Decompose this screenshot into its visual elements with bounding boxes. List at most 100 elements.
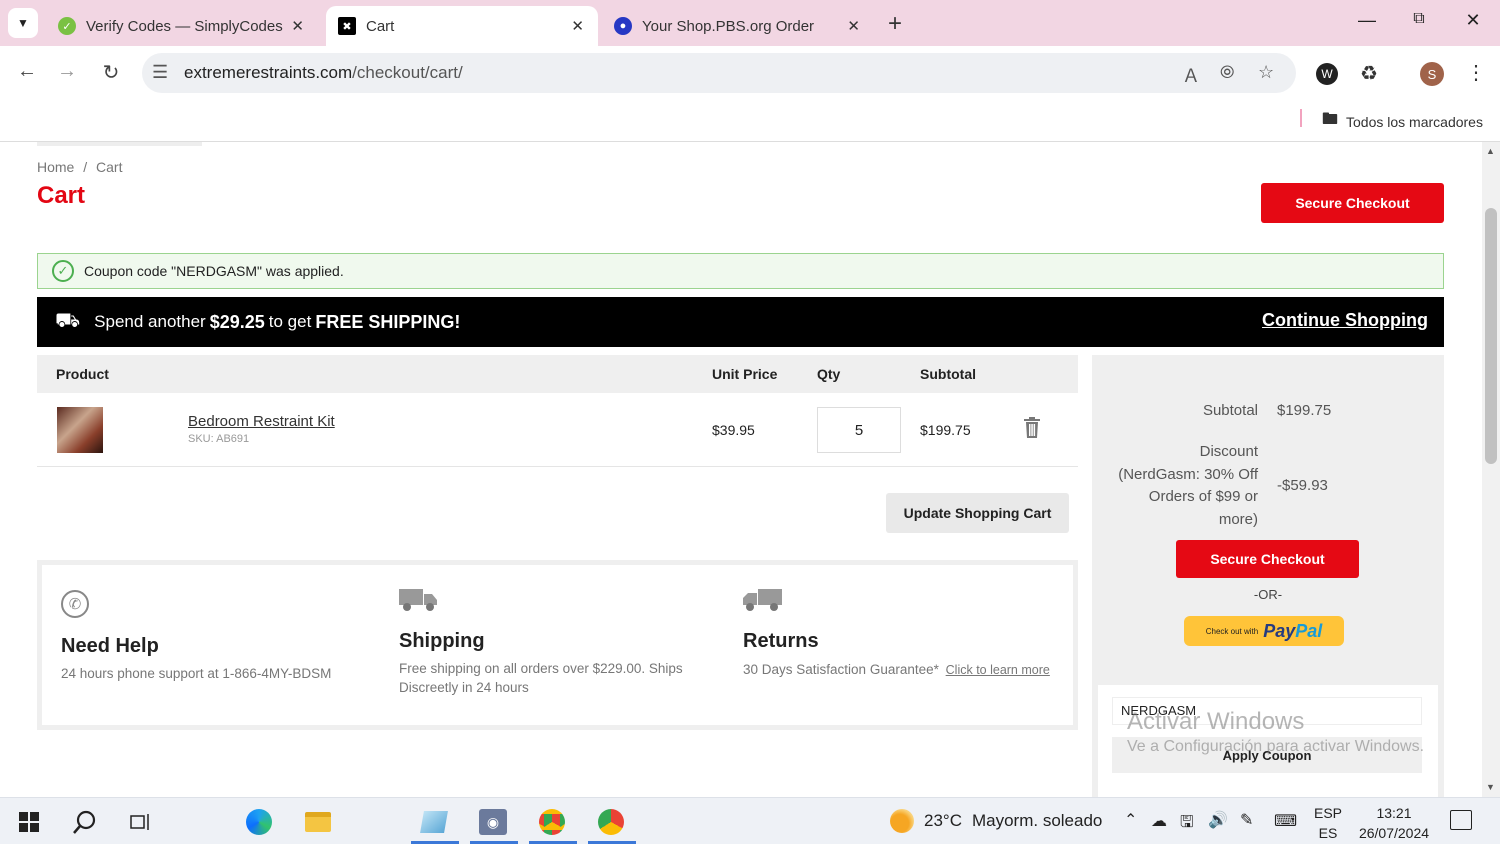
paypal-checkout-button[interactable]: Check out with Pay Pal	[1184, 616, 1344, 646]
tab-simplycodes[interactable]: ✓ Verify Codes — SimplyCodes ✕	[46, 6, 318, 46]
returns-guarantee: 30 Days Satisfaction Guarantee*	[743, 662, 939, 677]
continue-shopping-link[interactable]: Continue Shopping	[1262, 310, 1428, 331]
url-domain: extremerestraints.com	[184, 63, 353, 82]
new-tab-plus-icon[interactable]: +	[888, 10, 902, 38]
onedrive-icon[interactable]: ☁	[1151, 811, 1167, 831]
windows-activation-watermark: Activar Windows Ve a Configuración para …	[1127, 708, 1424, 756]
watermark-subtitle: Ve a Configuración para activar Windows.	[1127, 738, 1425, 755]
file-explorer-icon[interactable]	[303, 807, 333, 837]
quantity-input[interactable]: 5	[817, 407, 901, 453]
task-view-icon[interactable]	[126, 807, 156, 837]
info-section: ✆ Need Help 24 hours phone support at 1-…	[37, 560, 1078, 730]
windows-taskbar: ◉ 23°C Mayorm. soleado ⌃ ☁ 🖫 🔊 ✎ ⌨ ESP E…	[0, 797, 1500, 844]
watermark-title: Activar Windows	[1127, 708, 1305, 735]
all-bookmarks-button[interactable]: 🖿 Todos los marcadores	[1322, 108, 1483, 135]
page-scrollbar[interactable]: ▲ ▼	[1482, 142, 1500, 797]
coupon-applied-notice: ✓ Coupon code "NERDGASM" was applied.	[37, 253, 1444, 289]
translate-icon[interactable]: Ａ	[1182, 62, 1200, 88]
product-name-link[interactable]: Bedroom Restraint Kit	[188, 413, 335, 430]
returns-learn-more-link[interactable]: Click to learn more	[946, 663, 1050, 677]
truck-icon: ⛟	[55, 309, 81, 332]
chrome-profile-s-icon[interactable]	[596, 807, 626, 837]
minimize-icon[interactable]: —	[1352, 10, 1382, 31]
secure-checkout-button[interactable]: Secure Checkout	[1176, 540, 1359, 578]
keyboard-icon[interactable]: ⌨	[1274, 811, 1297, 831]
summary-discount-label: Discount (NerdGasm: 30% Off Orders of $9…	[1102, 441, 1258, 531]
product-thumbnail[interactable]	[57, 407, 103, 453]
chevron-up-icon[interactable]: ⌃	[1124, 810, 1137, 830]
check-circle-icon: ✓	[52, 260, 74, 282]
search-icon[interactable]	[70, 807, 100, 837]
weather-widget[interactable]: 23°C Mayorm. soleado	[890, 809, 1102, 833]
forward-arrow-icon[interactable]: →	[52, 60, 82, 83]
windows-start-icon[interactable]	[14, 807, 44, 837]
coupon-notice-text: Coupon code "NERDGASM" was applied.	[84, 263, 344, 279]
menu-dots-icon[interactable]: ⋮	[1466, 60, 1486, 85]
puzzle-extensions-icon[interactable]: ♻	[1360, 61, 1378, 86]
tab-search-button[interactable]: ▼	[8, 8, 38, 38]
folder-icon: 🖿	[1322, 111, 1339, 128]
pen-icon[interactable]: ✎	[1240, 810, 1253, 830]
address-bar[interactable]: ☰ extremerestraints.com/checkout/cart/ Ａ…	[142, 53, 1296, 93]
update-cart-button[interactable]: Update Shopping Cart	[886, 493, 1069, 533]
header-qty: Qty	[817, 366, 841, 382]
header-subtotal: Subtotal	[920, 366, 976, 382]
reload-icon[interactable]: ↻	[96, 60, 126, 85]
shipping-truck-icon	[399, 586, 439, 612]
returns-truck-icon	[743, 586, 783, 612]
page-viewport: Home / Cart Cart Secure Checkout ✓ Coupo…	[0, 142, 1500, 797]
clock[interactable]: 13:21 26/07/2024	[1354, 803, 1434, 843]
tab-pbs-order[interactable]: ● Your Shop.PBS.org Order ✕	[602, 6, 874, 46]
shipping-middle: to get	[268, 312, 312, 331]
scrollbar-thumb[interactable]	[1485, 208, 1497, 464]
secure-checkout-button-top[interactable]: Secure Checkout	[1261, 183, 1444, 223]
avatar[interactable]: S	[1420, 62, 1444, 86]
chevron-down-icon: ▼	[17, 16, 29, 30]
scroll-up-arrow-icon[interactable]: ▲	[1486, 146, 1495, 156]
page-title: Cart	[37, 182, 86, 209]
browser-tab-bar: ▼ ✓ Verify Codes — SimplyCodes ✕ ✖ Cart …	[0, 0, 1500, 46]
free-shipping-banner: ⛟ Spend another $29.25 to get FREE SHIPP…	[37, 297, 1444, 347]
summary-discount-value: -$59.93	[1277, 477, 1328, 494]
header-underline	[37, 142, 202, 146]
header-product: Product	[56, 366, 109, 382]
tab-label: Your Shop.PBS.org Order	[642, 17, 815, 35]
close-window-icon[interactable]: ✕	[1458, 10, 1488, 31]
close-tab-icon[interactable]: ✕	[847, 17, 860, 35]
or-divider: -OR-	[1253, 587, 1283, 602]
product-sku: SKU: AB691	[188, 433, 250, 445]
eye-off-icon[interactable]: ⦾	[1220, 62, 1234, 83]
trash-icon[interactable]	[1023, 417, 1041, 439]
scroll-down-arrow-icon[interactable]: ▼	[1486, 782, 1495, 792]
notifications-icon[interactable]	[1450, 810, 1472, 830]
breadcrumb-separator: /	[83, 159, 88, 175]
browser-toolbar: ← → ↻ ☰ extremerestraints.com/checkout/c…	[0, 46, 1500, 102]
notes-app-icon[interactable]	[419, 807, 449, 837]
keyboard-layout: ES	[1318, 825, 1338, 841]
back-arrow-icon[interactable]: ←	[12, 60, 42, 83]
clock-time: 13:21	[1376, 805, 1412, 821]
chrome-profile-j-icon[interactable]	[537, 807, 567, 837]
extension-icon[interactable]: W	[1316, 63, 1338, 85]
sun-cloud-icon	[890, 809, 914, 833]
extremerestraints-favicon-icon: ✖	[338, 17, 356, 35]
breadcrumb-home[interactable]: Home	[37, 159, 74, 175]
table-header: Product Unit Price Qty Subtotal	[37, 355, 1078, 393]
site-settings-icon[interactable]: ☰	[152, 62, 168, 83]
discount-line: (NerdGasm: 30% Off	[1118, 465, 1258, 483]
close-tab-icon[interactable]: ✕	[291, 17, 304, 35]
language-indicator[interactable]: ESP ES	[1314, 803, 1342, 843]
unit-price: $39.95	[712, 422, 755, 438]
restore-icon[interactable]: ⧉	[1404, 10, 1434, 28]
url-text: extremerestraints.com/checkout/cart/	[184, 63, 463, 83]
edge-browser-icon[interactable]	[244, 807, 274, 837]
bookmarks-bar: 🖿 Todos los marcadores	[0, 102, 1500, 142]
close-tab-icon[interactable]: ✕	[571, 17, 584, 35]
header-unit-price: Unit Price	[712, 366, 778, 382]
star-bookmark-icon[interactable]: ☆	[1258, 62, 1274, 83]
tab-cart[interactable]: ✖ Cart ✕	[326, 6, 598, 46]
volume-icon[interactable]: 🔊	[1208, 810, 1228, 830]
app-window-icon[interactable]: ◉	[478, 807, 508, 837]
paypal-brand-pal: Pal	[1295, 620, 1323, 641]
network-icon[interactable]: 🖫	[1180, 811, 1194, 838]
